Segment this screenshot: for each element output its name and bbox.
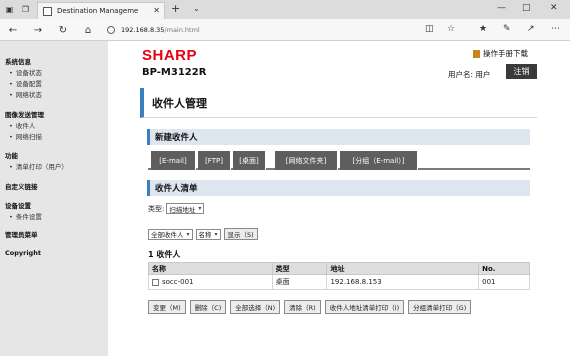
action-buttons: 变更（M) 删除（C) 全部选择（N) 清除（R) 收件人地址清单打印（I) 分… [148, 300, 472, 314]
sidebar-group-custom-links[interactable]: 自定义链接 [5, 181, 38, 191]
sidebar-item-device-status[interactable]: 设备状态 [9, 67, 42, 77]
address-toolbar: ← → ↻ ⌂ 192.168.8.35 /main.html ◫ ☆ ★ ✎ … [0, 19, 570, 41]
window-menu-icon[interactable]: ▣ [3, 3, 16, 16]
tab-group-email[interactable]: [分组（E-mail）] [340, 151, 418, 170]
url-field[interactable]: 192.168.8.35 /main.html [107, 22, 460, 38]
chevron-down-icon[interactable]: ⌄ [193, 4, 200, 13]
back-icon[interactable]: ← [6, 23, 20, 37]
row-select-checkbox[interactable] [152, 278, 159, 286]
sidebar-group-device-settings[interactable]: 设备设置 [5, 200, 31, 210]
sidebar-group-admin-menu[interactable]: 管理员菜单 [5, 229, 38, 239]
print-address-list-button[interactable]: 收件人地址清单打印（I) [324, 300, 405, 314]
manual-download-link[interactable]: 操作手册下载 [473, 48, 528, 59]
close-tab-icon[interactable]: ✕ [153, 6, 160, 15]
logout-button[interactable]: 注销 [506, 64, 537, 79]
print-group-list-button[interactable]: 分组清单打印（G) [408, 300, 472, 314]
manual-book-icon [473, 49, 480, 58]
cell-name: socc-001 [148, 274, 273, 290]
type-select-value: 扫描地址 [169, 205, 196, 214]
type-label: 类型: [148, 204, 165, 213]
refresh-icon[interactable]: ↻ [56, 23, 70, 37]
change-button[interactable]: 变更（M) [148, 300, 186, 314]
page-favicon-icon [43, 7, 52, 16]
new-recipient-heading: 新建收件人 [147, 129, 530, 145]
favorites-hub-icon[interactable]: ★ [479, 24, 487, 34]
sidebar-item-recipients[interactable]: 收件人 [9, 120, 36, 130]
sidebar-group-system-info[interactable]: 系统信息 [5, 56, 31, 66]
browser-tab[interactable]: Destination Manageme ✕ [37, 2, 165, 19]
tab-actions-icon[interactable]: ❐ [19, 3, 32, 16]
tab-desktop[interactable]: [桌面] [233, 151, 266, 170]
list-filter-row: 全部收件人 ▾ 名称 ▾ 显示（S) [148, 228, 258, 240]
sidebar-group-functions[interactable]: 功能 [5, 150, 18, 160]
chevron-down-icon: ▾ [198, 205, 202, 212]
manual-download-label: 操作手册下载 [483, 49, 528, 58]
maximize-icon[interactable]: □ [522, 3, 531, 13]
chevron-down-icon: ▾ [186, 230, 190, 238]
show-button[interactable]: 显示（S) [223, 228, 258, 240]
browser-tab-bar: ▣ ❐ Destination Manageme ✕ + ⌄ — □ ✕ [0, 0, 570, 19]
more-icon[interactable]: ⋯ [551, 24, 560, 34]
column-header-address[interactable]: 地址 [326, 262, 480, 275]
share-icon[interactable]: ↗ [527, 24, 535, 34]
url-host: 192.168.8.35 [121, 26, 165, 34]
sidebar-item-network-scan[interactable]: 网络扫描 [9, 131, 42, 141]
recipient-filter-select[interactable]: 全部收件人 ▾ [148, 228, 193, 240]
recipient-count: 1 收件人 [148, 250, 181, 259]
type-select[interactable]: 扫描地址 ▾ [166, 203, 205, 214]
cell-address: 192.168.8.153 [326, 274, 480, 290]
site-info-icon[interactable] [107, 26, 115, 34]
column-header-no[interactable]: No. [478, 262, 530, 275]
delete-button[interactable]: 删除（C) [189, 300, 227, 314]
model-name: BP-M3122R [142, 67, 207, 78]
recipient-list-heading-text: 收件人清单 [155, 184, 198, 194]
notes-pen-icon[interactable]: ✎ [503, 24, 511, 34]
sidebar-item-device-config[interactable]: 设备配置 [9, 78, 42, 88]
new-recipient-heading-text: 新建收件人 [155, 133, 198, 143]
page-title: 收件人管理 [140, 88, 537, 118]
url-path: /main.html [164, 26, 200, 34]
cell-type: 桌面 [271, 274, 328, 290]
new-recipient-tabs: [E-mail] [FTP] [桌面] [网络文件夹] [分组（E-mail）] [148, 151, 530, 170]
tab-title: Destination Manageme [57, 7, 139, 15]
type-filter-row: 类型: 扫描地址 ▾ [148, 203, 205, 214]
sort-select-value: 名称 [198, 231, 212, 239]
sort-select[interactable]: 名称 ▾ [195, 228, 221, 240]
home-icon[interactable]: ⌂ [81, 23, 95, 37]
sidebar: 系统信息 设备状态 设备配置 网络状态 图像发送管理 收件人 网络扫描 功能 清… [0, 41, 108, 356]
tab-network-folder[interactable]: [网络文件夹] [275, 151, 338, 170]
username-label: 用户名: 用户 [448, 70, 491, 79]
page-title-text: 收件人管理 [152, 96, 207, 110]
table-row[interactable]: socc-001 桌面 192.168.8.153 001 [148, 274, 530, 290]
recipient-name-link[interactable]: socc-001 [162, 278, 194, 286]
recipient-filter-value: 全部收件人 [151, 231, 184, 239]
cell-no: 001 [478, 274, 530, 290]
sidebar-item-network-status[interactable]: 网络状态 [9, 89, 42, 99]
sidebar-group-image-send[interactable]: 图像发送管理 [5, 109, 44, 119]
new-tab-icon[interactable]: + [171, 2, 180, 15]
reading-view-icon[interactable]: ◫ [425, 24, 434, 34]
forward-icon[interactable]: → [31, 23, 45, 37]
recipient-table: 名称 类型 地址 No. socc-001 桌面 192.168.8.153 0… [148, 262, 530, 290]
sidebar-item-list-print[interactable]: 清单打印（用户） [9, 161, 68, 171]
sidebar-item-condition-settings[interactable]: 条件设置 [9, 211, 42, 221]
close-window-icon[interactable]: ✕ [550, 3, 558, 13]
sharp-logo: SHARP [142, 47, 198, 64]
clear-button[interactable]: 清除（R) [284, 300, 321, 314]
tab-email[interactable]: [E-mail] [151, 151, 196, 170]
recipient-list-heading: 收件人清单 [147, 180, 530, 196]
select-all-button[interactable]: 全部选择（N) [230, 300, 281, 314]
tab-ftp[interactable]: [FTP] [198, 151, 231, 170]
favorite-star-icon[interactable]: ☆ [447, 24, 455, 34]
column-header-name[interactable]: 名称 [148, 262, 273, 275]
table-header-row: 名称 类型 地址 No. [148, 262, 530, 275]
column-header-type[interactable]: 类型 [271, 262, 328, 275]
sidebar-copyright[interactable]: Copyright [5, 249, 41, 257]
minimize-icon[interactable]: — [497, 3, 506, 13]
chevron-down-icon: ▾ [214, 230, 218, 238]
